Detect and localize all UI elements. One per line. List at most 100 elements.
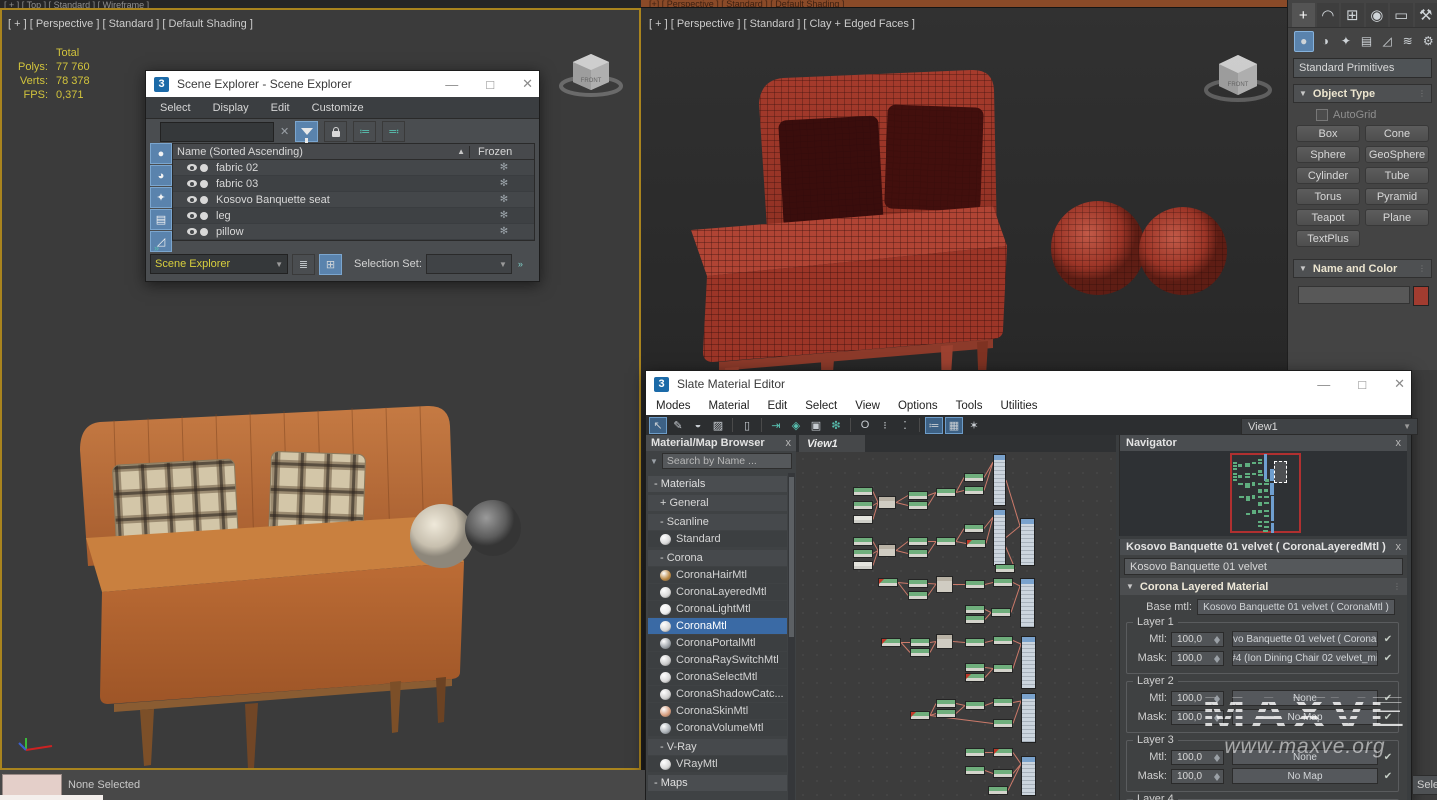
motion-tab[interactable]: ◉ <box>1366 3 1389 27</box>
map-node[interactable] <box>853 549 873 558</box>
table-row[interactable]: fabric 03✻ <box>173 176 534 192</box>
frozen-snowflake-icon[interactable]: ✻ <box>474 178 534 189</box>
close-button[interactable]: ✕ <box>522 76 533 92</box>
map-node[interactable] <box>993 769 1013 778</box>
table-row[interactable]: fabric 02✻ <box>173 160 534 176</box>
mask-enable-checkbox[interactable]: ✔ <box>1382 653 1394 664</box>
move-children-icon[interactable]: ⇥ <box>767 417 785 434</box>
map-node[interactable] <box>910 638 930 647</box>
browser-material-item[interactable]: CoronaVolumeMtl <box>648 720 787 736</box>
browser-material-item[interactable]: CoronaSelectMtl <box>648 669 787 685</box>
lights-category-icon[interactable]: ✦ <box>1337 32 1355 51</box>
assign-material-icon[interactable]: ◒ <box>689 417 707 434</box>
browser-material-item[interactable]: CoronaMtl <box>648 618 787 634</box>
map-node[interactable] <box>964 486 984 495</box>
viewport-label[interactable]: [ + ] [ Perspective ] [ Standard ] [ Cla… <box>649 18 915 30</box>
mtl-enable-checkbox[interactable]: ✔ <box>1382 634 1394 645</box>
map-node[interactable] <box>910 711 930 720</box>
mask-slot-button[interactable]: p #4 (Ion Dining Chair 02 velvet_mix.j <box>1232 650 1378 666</box>
cameras-filter-icon[interactable]: ▤ <box>150 209 172 230</box>
hide-unused-icon[interactable]: ◈ <box>787 417 805 434</box>
list-header[interactable]: Name (Sorted Ascending) ▲ Frozen <box>173 144 534 160</box>
visibility-eye-icon[interactable] <box>187 212 197 219</box>
clear-search-icon[interactable]: ✕ <box>280 125 289 138</box>
geometry-category-icon[interactable]: ● <box>1294 31 1314 52</box>
material-node[interactable] <box>1020 518 1035 566</box>
maximize-button[interactable]: □ <box>1358 377 1366 392</box>
show-end-result-icon[interactable]: O <box>856 417 874 434</box>
primitive-button-tube[interactable]: Tube <box>1365 167 1429 184</box>
lock-sample-icon[interactable]: ✶ <box>965 417 983 434</box>
slate-menu-tools[interactable]: Tools <box>956 400 983 412</box>
menu-edit[interactable]: Edit <box>271 102 290 114</box>
active-view-dropdown[interactable]: View1▼ <box>1241 418 1418 435</box>
more-filters-chevron[interactable]: » <box>154 243 159 253</box>
map-node[interactable] <box>936 709 956 718</box>
visibility-eye-icon[interactable] <box>187 196 197 203</box>
object-type-rollout[interactable]: ▼Object Type⋮ <box>1293 84 1432 103</box>
slate-menu-edit[interactable]: Edit <box>767 400 787 412</box>
modify-tab[interactable]: ◠ <box>1317 3 1340 27</box>
browser-material-item[interactable]: CoronaRaySwitchMtl <box>648 652 787 668</box>
search-input[interactable] <box>160 122 274 142</box>
close-panel-icon[interactable]: x <box>1396 541 1402 553</box>
map-node[interactable] <box>988 786 1008 795</box>
minimize-button[interactable]: — <box>445 77 458 92</box>
map-node[interactable] <box>965 638 985 647</box>
map-node[interactable] <box>936 537 956 546</box>
object-dot-icon[interactable] <box>200 196 208 204</box>
maxscript-listener-white[interactable] <box>0 795 103 800</box>
footer-overflow-chevron[interactable]: » <box>518 259 523 269</box>
object-dot-icon[interactable] <box>200 180 208 188</box>
object-name[interactable]: pillow <box>216 226 244 238</box>
display-tab[interactable]: ▭ <box>1390 3 1413 27</box>
layers-view-icon[interactable]: ≣ <box>292 254 315 275</box>
object-color-swatch[interactable] <box>1413 286 1429 306</box>
map-node[interactable] <box>965 673 985 682</box>
material-node[interactable] <box>1021 756 1036 796</box>
map-node[interactable] <box>993 719 1013 728</box>
map-node[interactable] <box>991 608 1011 617</box>
close-button[interactable]: ✕ <box>1394 376 1405 392</box>
map-node[interactable] <box>853 487 873 496</box>
node-graph-canvas[interactable] <box>796 452 1116 800</box>
visibility-eye-icon[interactable] <box>187 228 197 235</box>
partial-select-button[interactable]: Sele <box>1412 775 1437 795</box>
map-node[interactable] <box>964 524 984 533</box>
map-node[interactable] <box>881 638 901 647</box>
frozen-snowflake-icon[interactable]: ✻ <box>474 210 534 221</box>
navigator-minimap[interactable] <box>1120 451 1407 536</box>
base-mtl-button[interactable]: Kosovo Banquette 01 velvet ( CoronaMtl ) <box>1197 599 1395 615</box>
browser-group[interactable]: - Corona <box>648 550 787 566</box>
utilities-tab[interactable]: ⚒ <box>1415 3 1437 27</box>
lights-filter-icon[interactable]: ✦ <box>150 187 172 208</box>
map-node[interactable] <box>936 634 953 649</box>
map-node[interactable] <box>995 564 1015 573</box>
menu-display[interactable]: Display <box>213 102 249 114</box>
view1-tab[interactable]: View1 <box>799 435 865 452</box>
browser-group[interactable]: - Materials <box>648 476 787 492</box>
map-node[interactable] <box>965 748 985 757</box>
mask-enable-checkbox[interactable]: ✔ <box>1382 771 1394 782</box>
hierarchy-view-icon[interactable]: ⊞ <box>319 254 342 275</box>
material-node[interactable] <box>1021 636 1036 689</box>
frozen-snowflake-icon[interactable]: ✻ <box>474 226 534 237</box>
map-node[interactable] <box>965 663 985 672</box>
map-node[interactable] <box>878 496 896 509</box>
map-node[interactable] <box>908 549 928 558</box>
close-panel-icon[interactable]: x <box>786 437 792 449</box>
table-row[interactable]: Kosovo Banquette seat✻ <box>173 192 534 208</box>
slate-titlebar[interactable]: 3 Slate Material Editor — □ ✕ <box>646 371 1411 397</box>
top-viewport-sliver[interactable]: [ + ] [ Top ] [ Standard ] [ Wireframe ] <box>0 0 641 8</box>
hierarchy-tab[interactable]: ⊞ <box>1341 3 1364 27</box>
map-node[interactable] <box>878 544 896 557</box>
material-node[interactable] <box>993 454 1006 506</box>
shapes-filter-icon[interactable]: ◕ <box>150 165 172 186</box>
material-id-list-icon[interactable]: ≔ <box>925 417 943 434</box>
slate-menu-select[interactable]: Select <box>805 400 837 412</box>
delete-icon[interactable]: ▯ <box>738 417 756 434</box>
name-column-header[interactable]: Name (Sorted Ascending) <box>173 146 303 158</box>
slate-menu-options[interactable]: Options <box>898 400 938 412</box>
browser-group[interactable]: + General <box>648 495 787 511</box>
primitive-category-dropdown[interactable]: Standard Primitives <box>1293 58 1432 78</box>
